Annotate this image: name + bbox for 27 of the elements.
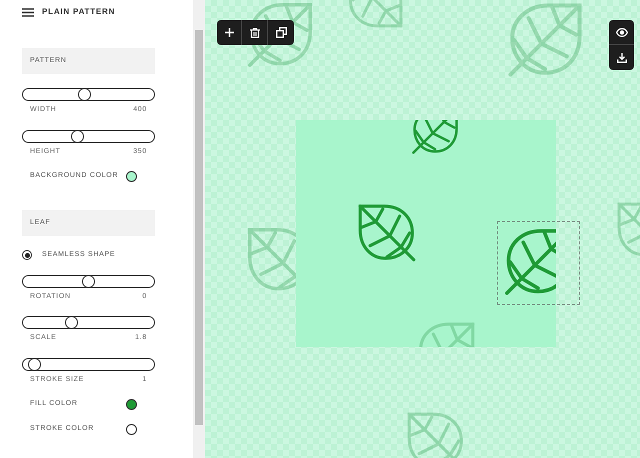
slider-thumb[interactable] [71,130,84,142]
color-swatch[interactable] [126,424,137,435]
plus-icon [224,28,234,37]
slider-thumb[interactable] [65,316,78,329]
eye-icon [616,28,628,36]
app-title: PLAIN PATTERN [42,6,116,18]
leaf-icon [410,120,460,156]
menu-icon[interactable] [22,8,34,16]
copy-icon [276,27,286,38]
slider[interactable] [22,358,155,370]
slider-thumb[interactable] [78,88,92,101]
selection-frame[interactable] [497,221,580,305]
leaf-icon [356,202,418,264]
slider-thumb[interactable] [82,274,95,288]
color-swatch[interactable] [126,171,138,182]
color-swatch[interactable] [126,399,137,410]
slider[interactable] [22,316,155,329]
radio-button[interactable] [22,250,32,260]
scrollbar-thumb[interactable] [195,30,203,425]
leaf-icon [502,226,556,298]
trash-icon [250,28,260,38]
slider[interactable] [22,274,155,288]
slider-thumb[interactable] [28,358,41,370]
slider[interactable] [22,130,155,142]
scrollbar[interactable] [193,0,205,458]
download-icon [616,52,626,62]
slider[interactable] [22,88,155,101]
